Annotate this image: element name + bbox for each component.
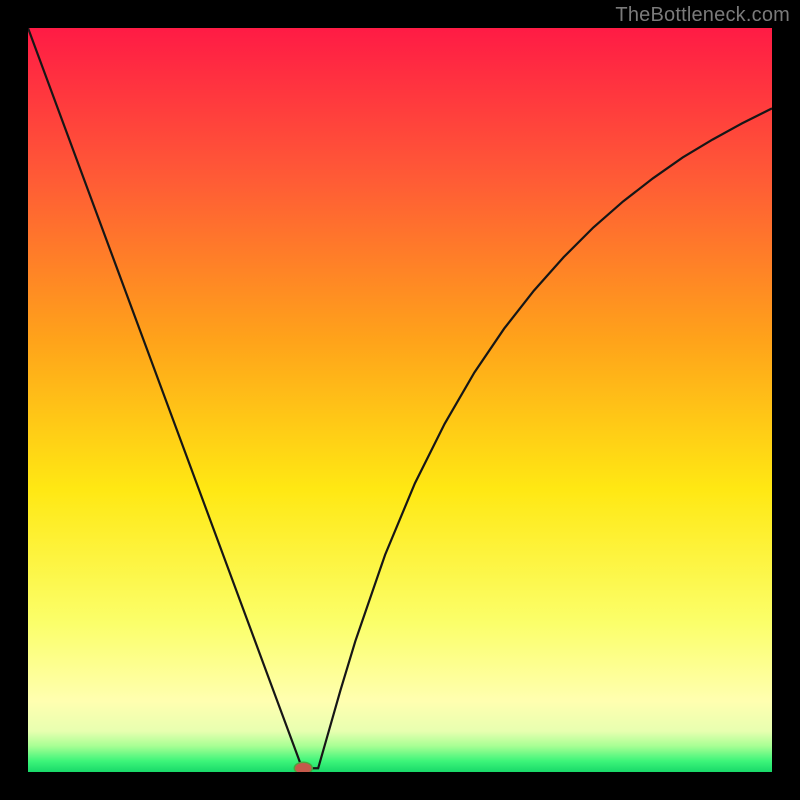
chart-frame: TheBottleneck.com <box>0 0 800 800</box>
bottleneck-chart <box>28 28 772 772</box>
optimal-point-marker <box>294 762 312 772</box>
plot-area <box>28 28 772 772</box>
watermark-text: TheBottleneck.com <box>615 4 790 27</box>
gradient-background <box>28 28 772 772</box>
